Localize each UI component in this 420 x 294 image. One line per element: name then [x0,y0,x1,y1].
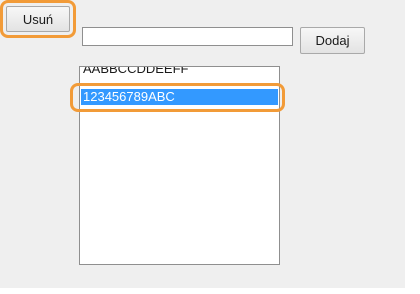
remove-button[interactable]: Usuń [0,0,76,38]
list-item[interactable]: AABBCCDDEEFF [81,67,278,77]
entry-listbox[interactable]: AABBCCDDEEFF 123456789ABC [79,66,280,265]
new-entry-input[interactable] [82,27,293,46]
settings-panel: Dodaj AABBCCDDEEFF 123456789ABC Usuń [0,0,405,288]
list-item-selected[interactable]: 123456789ABC [81,89,278,105]
add-button[interactable]: Dodaj [300,27,365,54]
remove-button-label: Usuń [6,6,70,32]
